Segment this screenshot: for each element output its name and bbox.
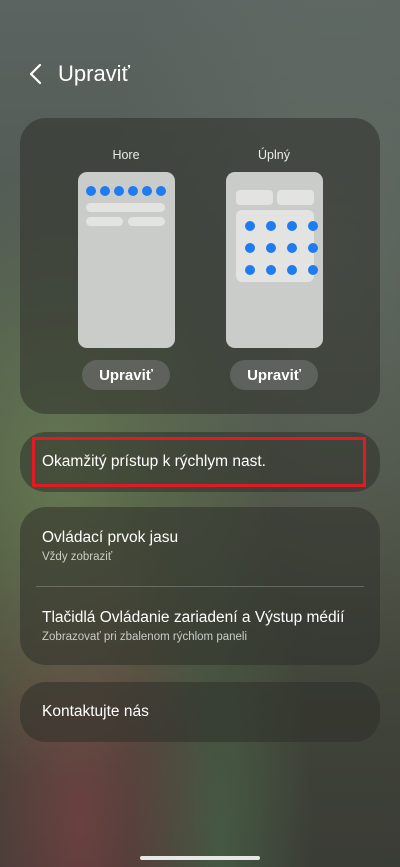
quick-toggle-dots	[85, 186, 166, 196]
setting-subtitle: Zobrazovať pri zbalenom rýchlom paneli	[42, 631, 248, 643]
page-title: Upraviť	[58, 61, 130, 86]
contact-label: Kontaktujte nás	[42, 703, 149, 720]
setting-title: Tlačidlá Ovládanie zariadení a Výstup mé…	[42, 609, 345, 626]
layout-option-top: Hore Upraviť	[76, 148, 176, 390]
device-controls-item[interactable]: Tlačidlá Ovládanie zariadení a Výstup mé…	[42, 609, 358, 643]
preview-bar	[276, 190, 314, 205]
layout-option-full-label: Úplný	[258, 148, 290, 162]
brightness-control-item[interactable]: Ovládací prvok jasu Vždy zobraziť	[42, 529, 358, 563]
header: Upraviť	[28, 60, 130, 88]
preview-bar	[235, 190, 273, 205]
layout-option-full: Úplný Upraviť	[224, 148, 324, 390]
contact-card[interactable]: Kontaktujte nás	[20, 682, 380, 742]
layout-option-top-label: Hore	[112, 148, 140, 162]
chevron-left-icon[interactable]	[28, 60, 50, 88]
preview-bar	[85, 217, 123, 226]
layout-preview-full[interactable]	[225, 172, 323, 348]
layout-options-card: Hore Upraviť Úplný Upraviť	[20, 118, 380, 414]
setting-subtitle: Vždy zobraziť	[42, 551, 113, 563]
setting-title: Ovládací prvok jasu	[42, 529, 179, 546]
preview-bar	[85, 203, 165, 212]
home-indicator[interactable]	[140, 856, 260, 860]
edit-full-layout-button[interactable]: Upraviť	[230, 360, 318, 390]
edit-top-layout-button[interactable]: Upraviť	[82, 360, 170, 390]
quick-toggle-grid	[235, 210, 318, 282]
preview-bar	[127, 217, 165, 226]
layout-preview-top[interactable]	[77, 172, 175, 348]
highlight-box	[32, 437, 366, 487]
divider	[36, 586, 364, 587]
